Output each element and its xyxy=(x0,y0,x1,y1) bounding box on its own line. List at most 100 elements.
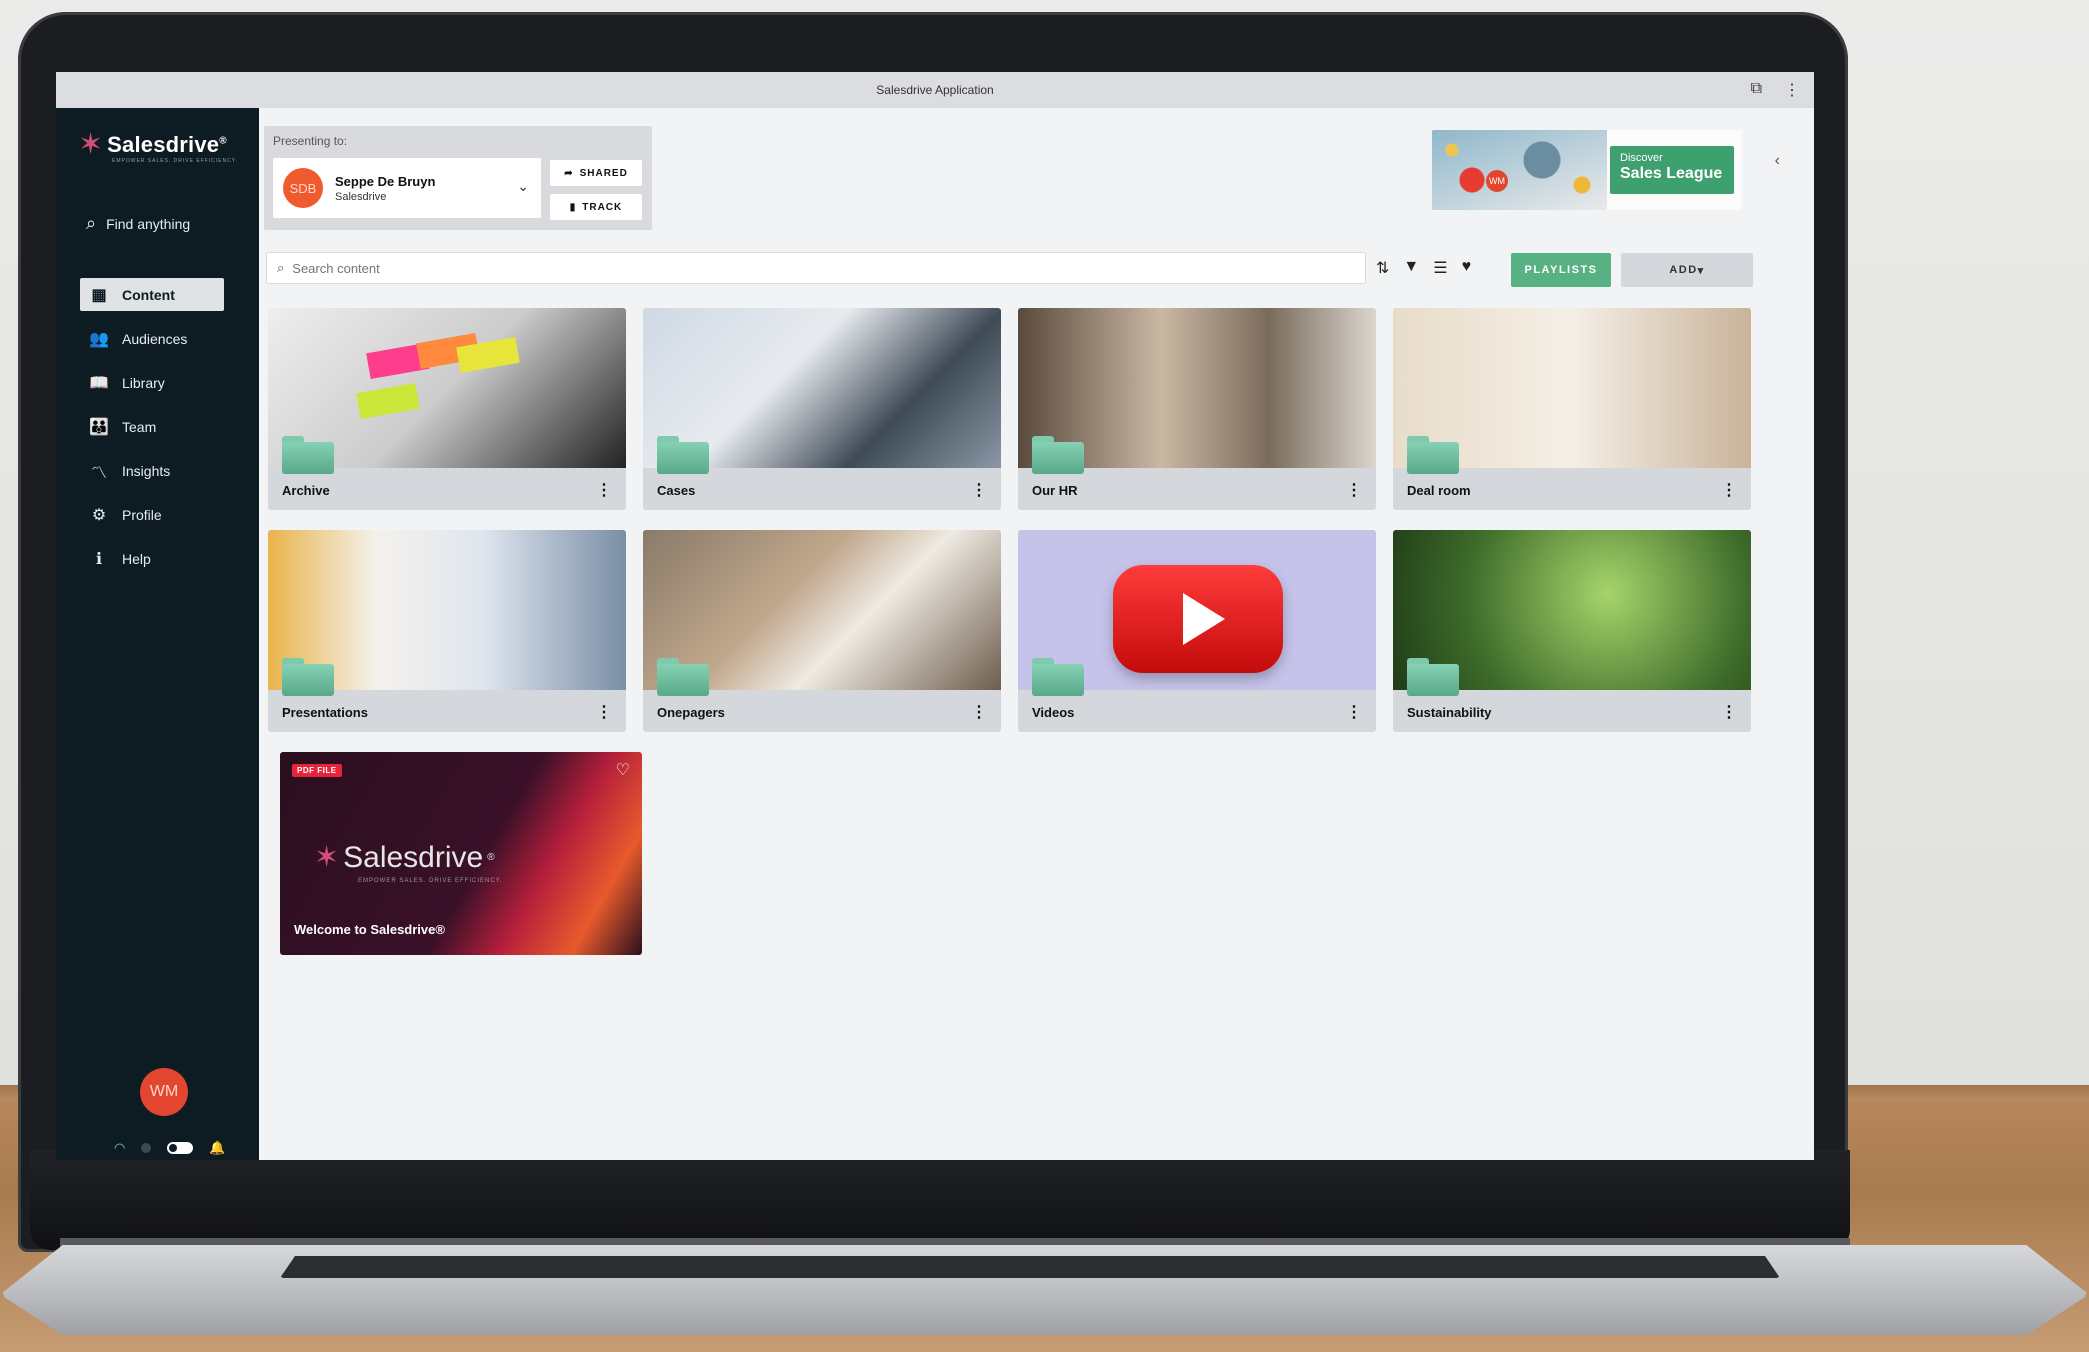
bell-icon[interactable]: 🔔 xyxy=(209,1140,225,1156)
window-title: Salesdrive Application xyxy=(876,83,994,97)
sort-icon[interactable]: ⇅ xyxy=(1376,258,1389,278)
laptop-bezel-bottom xyxy=(30,1150,1850,1250)
chevron-down-icon: ⌄ xyxy=(517,178,529,194)
banner-avatar: WM xyxy=(1486,170,1508,192)
folder-card[interactable]: Sustainability ⋮ xyxy=(1393,530,1751,732)
sidebar-item-profile[interactable]: ⚙ Profile xyxy=(80,498,224,531)
track-label: TRACK xyxy=(582,201,623,213)
folder-title: Presentations xyxy=(282,705,368,720)
more-vertical-icon[interactable]: ⋮ xyxy=(596,480,612,500)
sidebar-item-label: Audiences xyxy=(122,330,188,347)
sidebar-item-insights[interactable]: 〽 Insights xyxy=(80,454,224,487)
folder-card[interactable]: Videos ⋮ xyxy=(1018,530,1376,732)
more-vertical-icon[interactable]: ⋮ xyxy=(1721,480,1737,500)
folder-icon xyxy=(657,436,709,474)
track-button[interactable]: ▮ TRACK xyxy=(550,194,642,220)
folder-icon xyxy=(282,658,334,696)
sidebar-item-team[interactable]: 👪 Team xyxy=(80,410,224,443)
sidebar-item-label: Insights xyxy=(122,462,171,479)
search-input[interactable] xyxy=(292,260,1193,276)
users-icon: 👥 xyxy=(89,330,109,348)
folder-card[interactable]: Presentations ⋮ xyxy=(268,530,626,732)
user-avatar[interactable]: WM xyxy=(140,1068,188,1116)
team-icon: 👪 xyxy=(89,418,109,436)
folder-card[interactable]: Deal room ⋮ xyxy=(1393,308,1751,510)
folder-icon xyxy=(657,658,709,696)
extension-icon[interactable]: ⧉ xyxy=(1751,80,1762,100)
more-vertical-icon[interactable]: ⋮ xyxy=(1784,80,1800,100)
logo-text: Salesdrive® xyxy=(107,132,227,157)
sidebar-item-label: Team xyxy=(122,418,157,435)
folder-card[interactable]: Archive ⋮ xyxy=(268,308,626,510)
sidebar-item-label: Library xyxy=(122,374,165,391)
sidebar-item-label: Content xyxy=(122,286,175,303)
contact-name: Seppe De Bruyn xyxy=(335,173,436,189)
status-dot xyxy=(141,1143,152,1153)
bird-logo-icon: ✶ xyxy=(314,841,340,874)
keyboard-strip xyxy=(280,1256,1780,1278)
share-icon: ➦ xyxy=(564,167,574,179)
sidebar-item-label: Help xyxy=(122,550,151,567)
find-anything-button[interactable]: ⌕ Find anything xyxy=(86,213,190,234)
pdf-tagline: EMPOWER SALES. DRIVE EFFICIENCY. xyxy=(358,878,503,884)
pdf-badge: PDF FILE xyxy=(292,764,342,777)
more-vertical-icon[interactable]: ⋮ xyxy=(1346,702,1362,722)
add-button[interactable]: ADD ▾ xyxy=(1621,253,1753,287)
more-vertical-icon[interactable]: ⋮ xyxy=(1346,480,1362,500)
book-icon: 📖 xyxy=(89,374,109,392)
bird-logo-icon: ✶ xyxy=(78,128,104,161)
presenting-panel: Presenting to: SDB Seppe De Bruyn Salesd… xyxy=(264,126,652,230)
folder-title: Cases xyxy=(657,483,696,498)
more-vertical-icon[interactable]: ⋮ xyxy=(596,702,612,722)
search-icon: ⌕ xyxy=(277,260,285,275)
caret-down-icon: ▾ xyxy=(1697,264,1705,277)
logo-tagline: EMPOWER SALES. DRIVE EFFICIENCY. xyxy=(112,158,238,164)
folder-title: Our HR xyxy=(1032,483,1078,498)
bar-chart-icon: ▮ xyxy=(569,201,577,213)
search-icon: ⌕ xyxy=(86,213,97,233)
folder-card[interactable]: Cases ⋮ xyxy=(643,308,1001,510)
list-view-icon[interactable]: ☰ xyxy=(1433,258,1447,278)
sidebar-item-content[interactable]: ▦ Content xyxy=(80,278,224,311)
folder-icon xyxy=(282,436,334,474)
gear-icon: ⚙ xyxy=(91,506,107,524)
app-screen: Salesdrive Application ⧉ ⋮ ✶ Salesdrive®… xyxy=(56,72,1814,1160)
status-row: ◠ 🔔 xyxy=(114,1140,226,1156)
logo[interactable]: ✶ Salesdrive® xyxy=(78,130,227,160)
more-vertical-icon[interactable]: ⋮ xyxy=(1721,702,1737,722)
more-vertical-icon[interactable]: ⋮ xyxy=(971,702,987,722)
toolbar-icons: ⇅ ▼ ☰ ♥ xyxy=(1376,258,1471,278)
sidebar-item-audiences[interactable]: 👥 Audiences xyxy=(80,322,224,355)
search-bar: ⌕ xyxy=(266,252,1366,284)
banner-illustration xyxy=(1432,130,1607,210)
folder-card[interactable]: Our HR ⋮ xyxy=(1018,308,1376,510)
banner-cta: Discover Sales League xyxy=(1610,146,1734,194)
heart-outline-icon[interactable]: ♡ xyxy=(616,760,630,780)
contact-selector[interactable]: SDB Seppe De Bruyn Salesdrive ⌄ xyxy=(273,158,541,218)
sidebar-item-library[interactable]: 📖 Library xyxy=(80,366,224,399)
wifi-icon: ◠ xyxy=(114,1140,126,1155)
folder-icon xyxy=(1032,436,1084,474)
mode-toggle[interactable] xyxy=(167,1142,194,1154)
playlists-button[interactable]: PLAYLISTS xyxy=(1511,253,1611,287)
sales-league-banner[interactable]: WM Discover Sales League xyxy=(1432,130,1742,210)
content-grid: Archive ⋮ Cases ⋮ Our HR ⋮ Deal room ⋮ P… xyxy=(268,308,1751,732)
pdf-card[interactable]: PDF FILE ♡ ✶ Salesdrive ® EMPOWER SALES. … xyxy=(280,752,642,955)
sidebar-item-help[interactable]: ℹ Help xyxy=(80,542,224,575)
folder-icon xyxy=(1407,436,1459,474)
banner-line1: Discover xyxy=(1620,152,1663,164)
folder-title: Videos xyxy=(1032,705,1075,720)
sidebar-item-label: Profile xyxy=(122,506,162,523)
filter-icon[interactable]: ▼ xyxy=(1403,258,1419,278)
folder-title: Onepagers xyxy=(657,705,725,720)
sidebar-nav: ▦ Content 👥 Audiences 📖 Library 👪 Team 〽… xyxy=(80,278,224,586)
folder-card[interactable]: Onepagers ⋮ xyxy=(643,530,1001,732)
chevron-left-icon[interactable]: ‹ xyxy=(1775,152,1780,170)
heart-icon[interactable]: ♥ xyxy=(1462,258,1472,278)
shared-button[interactable]: ➦ SHARED xyxy=(550,160,642,186)
pdf-title: Welcome to Salesdrive® xyxy=(294,922,445,937)
more-vertical-icon[interactable]: ⋮ xyxy=(971,480,987,500)
find-anything-label: Find anything xyxy=(106,215,191,232)
play-button-icon xyxy=(1113,565,1283,673)
titlebar-actions: ⧉ ⋮ xyxy=(1751,80,1800,100)
